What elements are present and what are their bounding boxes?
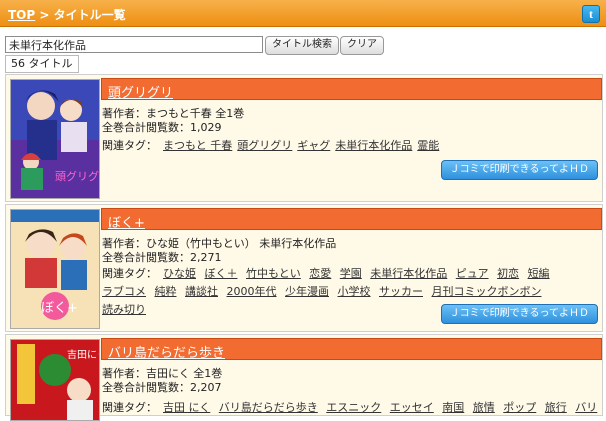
tag-link[interactable]: 竹中もとい: [246, 267, 301, 280]
tags-label: 関連タグ：: [102, 139, 157, 152]
title-search-button[interactable]: タイトル検索: [265, 36, 339, 55]
title-link[interactable]: ぼく+: [108, 212, 145, 231]
tag-link[interactable]: 講談社: [185, 285, 218, 298]
search-input[interactable]: [5, 36, 263, 53]
tag-link[interactable]: 読み切り: [102, 303, 146, 316]
cover-title-text: ぼく+: [41, 301, 78, 316]
view-count: 全巻合計閲覧数：2,207: [102, 381, 222, 394]
header-bar: TOP > タイトル一覧 t: [0, 0, 606, 27]
tags-label: 関連タグ：: [102, 267, 157, 280]
title-bar: バリ島だらだら歩き: [101, 338, 602, 361]
tag-list: 関連タグ： まつもと 千春 頭グリグリ ギャグ 未単行本化作品 霊能: [102, 137, 598, 155]
tag-link[interactable]: 霊能: [417, 139, 439, 152]
tag-link[interactable]: 旅行: [545, 401, 567, 414]
cover-image[interactable]: ぼく+: [10, 209, 100, 329]
tag-link[interactable]: ひな姫: [163, 267, 196, 280]
view-count: 全巻合計閲覧数：2,271: [102, 251, 222, 264]
title-bar: 頭グリグリ: [101, 78, 602, 101]
tag-link[interactable]: 少年漫画: [285, 285, 329, 298]
cover-art: 頭グリグリ: [11, 80, 99, 198]
breadcrumb-top-link[interactable]: TOP: [8, 8, 35, 22]
jcomi-print-button[interactable]: Ｊコミで印刷できるってよＨＤ: [440, 160, 598, 180]
tag-link[interactable]: エスニック: [326, 401, 381, 414]
tag-link[interactable]: 旅情: [473, 401, 495, 414]
tag-link[interactable]: 南国: [442, 401, 464, 414]
tag-link[interactable]: バリ島だらだら歩き: [219, 401, 318, 414]
tag-link[interactable]: 頭グリグリ: [237, 139, 292, 152]
title-card: ぼく+ ぼく+ 著作者：ひな姫（竹中もとい） 未単行本化作品 全巻合計閲覧数：2…: [5, 204, 603, 332]
tag-link[interactable]: 未単行本化作品: [370, 267, 447, 280]
tag-link[interactable]: 短編: [528, 267, 550, 280]
page-title: タイトル一覧: [53, 8, 126, 22]
tag-link[interactable]: 恋愛: [309, 267, 331, 280]
tag-link[interactable]: 初恋: [497, 267, 519, 280]
clear-button[interactable]: クリア: [340, 36, 384, 55]
tag-link[interactable]: 純粋: [155, 285, 177, 298]
tag-link[interactable]: 学園: [340, 267, 362, 280]
jcomi-print-button[interactable]: Ｊコミで印刷できるってよＨＤ: [440, 304, 598, 324]
title-link[interactable]: 頭グリグリ: [108, 82, 173, 101]
title-count: 56 タイトル: [5, 55, 79, 73]
cover-image[interactable]: 吉田にく: [10, 339, 100, 421]
tag-link[interactable]: 小学校: [338, 285, 371, 298]
tag-link[interactable]: ギャグ: [297, 139, 330, 152]
cover-art: 吉田にく: [11, 340, 99, 420]
cover-title-text: 頭グリグリ: [55, 169, 99, 183]
twitter-icon[interactable]: t: [582, 5, 600, 23]
view-count: 全巻合計閲覧数：1,029: [102, 121, 222, 134]
tag-link[interactable]: サッカー: [379, 285, 423, 298]
breadcrumb: TOP > タイトル一覧: [8, 6, 126, 23]
title-card: 頭グリグリ 頭グリグリ 著作者：まつもと千春 全1巻 全巻合計閲覧数：1,029…: [5, 74, 603, 202]
tag-link[interactable]: 2000年代: [227, 285, 277, 298]
tag-link[interactable]: 月刊コミックボンボン: [432, 285, 542, 298]
tags-label: 関連タグ：: [102, 401, 157, 414]
tag-link[interactable]: エッセイ: [390, 401, 434, 414]
cover-title-text: 吉田にく: [67, 349, 99, 361]
tag-link[interactable]: 未単行本化作品: [335, 139, 412, 152]
cover-art: ぼく+: [11, 210, 99, 328]
breadcrumb-separator: >: [35, 8, 54, 22]
tag-link[interactable]: ぼく＋: [205, 267, 238, 280]
tag-link[interactable]: ポップ: [503, 401, 536, 414]
title-bar: ぼく+: [101, 208, 602, 231]
cover-image[interactable]: 頭グリグリ: [10, 79, 100, 199]
tag-link[interactable]: ピュア: [456, 267, 489, 280]
tag-link[interactable]: まつもと 千春: [163, 139, 232, 152]
tag-link[interactable]: バリ: [575, 401, 597, 414]
title-link[interactable]: バリ島だらだら歩き: [108, 342, 225, 361]
tag-list: 関連タグ： 吉田 にく バリ島だらだら歩き エスニック エッセイ 南国 旅情 ポッ…: [102, 399, 598, 417]
tag-link[interactable]: ラブコメ: [102, 285, 146, 298]
tag-link[interactable]: 吉田 にく: [163, 401, 210, 414]
